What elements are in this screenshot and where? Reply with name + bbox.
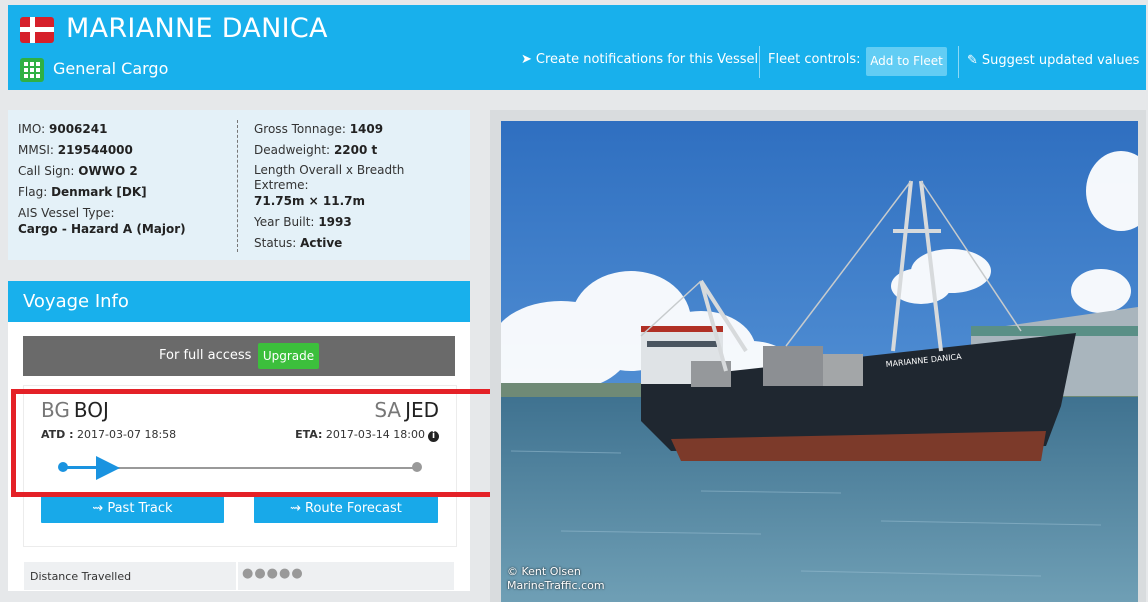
header-divider <box>759 46 760 78</box>
fleet-controls-label: Fleet controls: <box>768 52 861 67</box>
year-built-row: Year Built: 1993 <box>254 215 352 229</box>
rocket-icon: ➤ <box>521 52 532 67</box>
photo-credit[interactable]: © Kent Olsen MarineTraffic.com <box>507 565 605 593</box>
vessel-header: MARIANNE DANICA General Cargo ➤ Create no… <box>8 5 1146 90</box>
year-built-value: 1993 <box>318 215 352 229</box>
distance-travelled-value: ●●●●● <box>242 566 304 581</box>
header-divider <box>958 46 959 78</box>
past-track-label: Past Track <box>107 501 173 516</box>
mmsi-label: MMSI: <box>18 143 54 157</box>
vessel-name: MARIANNE DANICA <box>66 13 328 44</box>
flag-label: Flag: <box>18 185 48 199</box>
route-forecast-button[interactable]: ⇝ Route Forecast <box>254 495 438 523</box>
full-access-banner: For full access Upgrade <box>23 336 455 376</box>
distance-travelled-row: Distance Travelled ●●●●● <box>24 562 454 590</box>
voyage-info-title: Voyage Info <box>8 281 470 322</box>
length-label-line2: Extreme: <box>254 178 309 192</box>
details-divider <box>237 120 238 252</box>
route-icon: ⇝ <box>290 501 301 516</box>
imo-value: 9006241 <box>49 122 108 136</box>
year-built-label: Year Built: <box>254 215 315 229</box>
length-value: 71.75m × 11.7m <box>254 194 365 208</box>
pencil-icon: ✎ <box>967 53 978 68</box>
upgrade-button[interactable]: Upgrade <box>258 343 319 369</box>
flag-value: Denmark [DK] <box>51 185 147 199</box>
distance-travelled-label: Distance Travelled <box>30 570 132 583</box>
deadweight-value: 2200 t <box>333 143 378 157</box>
flag-row: Flag: Denmark [DK] <box>18 185 147 199</box>
status-row: Status: Active <box>254 236 342 250</box>
route-forecast-label: Route Forecast <box>305 501 402 516</box>
route-icon: ⇝ <box>92 501 104 516</box>
full-access-text: For full access <box>159 348 252 363</box>
vessel-details-panel: IMO: 9006241 MMSI: 219544000 Call Sign: … <box>8 110 470 260</box>
photo-credit-site: MarineTraffic.com <box>507 579 605 592</box>
suggest-values-link[interactable]: ✎ Suggest updated values <box>967 53 1139 68</box>
imo-row: IMO: 9006241 <box>18 122 107 136</box>
callsign-value: OWWO 2 <box>78 164 138 178</box>
denmark-flag-icon <box>20 17 54 43</box>
callsign-row: Call Sign: OWWO 2 <box>18 164 138 178</box>
vessel-type: General Cargo <box>53 59 169 78</box>
status-label: Status: <box>254 236 297 250</box>
row-divider <box>236 562 238 590</box>
status-value: Active <box>300 236 343 250</box>
vessel-photo-panel: MARIANNE DANICA © Kent Olsen MarineTraff… <box>490 110 1146 602</box>
imo-label: IMO: <box>18 122 46 136</box>
ais-type-label: AIS Vessel Type: <box>18 206 115 220</box>
deadweight-label: Deadweight: <box>254 143 331 157</box>
grid-icon <box>20 58 44 82</box>
length-label-line1: Length Overall x Breadth <box>254 163 405 177</box>
photo-credit-author: © Kent Olsen <box>507 565 581 578</box>
deadweight-row: Deadweight: 2200 t <box>254 143 377 157</box>
mmsi-row: MMSI: 219544000 <box>18 143 133 157</box>
vessel-photo-image: MARIANNE DANICA <box>501 121 1138 602</box>
gross-tonnage-value: 1409 <box>349 122 384 136</box>
mmsi-value: 219544000 <box>57 143 133 157</box>
past-track-button[interactable]: ⇝ Past Track <box>41 495 224 523</box>
create-notifications-link[interactable]: ➤ Create notifications for this Vessel <box>521 52 758 67</box>
callsign-label: Call Sign: <box>18 164 75 178</box>
vessel-photo[interactable]: MARIANNE DANICA © Kent Olsen MarineTraff… <box>501 121 1138 602</box>
add-to-fleet-button[interactable]: Add to Fleet <box>866 47 947 76</box>
suggest-values-label: Suggest updated values <box>981 53 1140 68</box>
ais-type-text: Cargo - Hazard A (Major) <box>18 222 186 236</box>
gross-tonnage-row: Gross Tonnage: 1409 <box>254 122 383 136</box>
length-text: 71.75m × 11.7m <box>254 194 365 208</box>
gross-tonnage-label: Gross Tonnage: <box>254 122 346 136</box>
ais-type-value: Cargo - Hazard A (Major) <box>18 222 186 236</box>
create-notifications-label: Create notifications for this Vessel <box>535 52 759 67</box>
